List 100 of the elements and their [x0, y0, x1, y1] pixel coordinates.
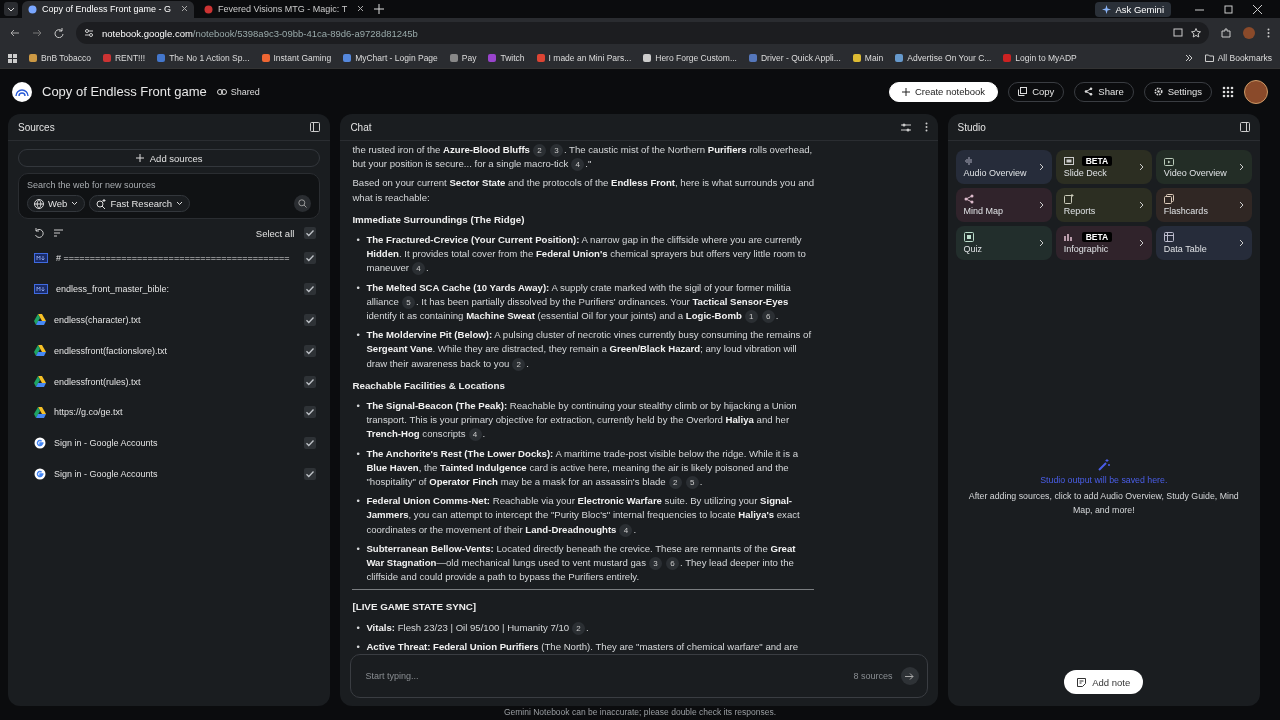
web-dropdown[interactable]: Web	[27, 195, 86, 212]
add-note-button[interactable]: Add note	[1064, 670, 1144, 694]
bookmark[interactable]: RENT!!!	[102, 53, 146, 63]
bullet-marker: •	[356, 280, 361, 295]
chevron-right-icon	[1239, 201, 1244, 209]
tab-menu-icon	[4, 2, 18, 16]
citation-chip[interactable]: 5	[401, 295, 415, 309]
source-item[interactable]: endless(character).txt	[8, 304, 331, 336]
bookmark[interactable]: Twitch	[488, 53, 525, 63]
source-item[interactable]: # ===========================================	[8, 243, 331, 274]
browser-tab[interactable]: Fevered Visions MTG - Magic: T	[198, 0, 370, 18]
citation-chip[interactable]: 1	[744, 310, 758, 324]
citation-chip[interactable]: 2	[532, 144, 546, 157]
bookmark[interactable]: Main	[852, 53, 884, 63]
shared-label[interactable]: Shared	[216, 86, 260, 97]
create-notebook-button[interactable]: Create notebook	[888, 81, 999, 102]
citation-chip[interactable]: 4	[571, 158, 585, 172]
source-item[interactable]: endlessfront(factionslore).txt	[8, 335, 331, 367]
bookmark[interactable]: Instant Gaming	[261, 53, 332, 63]
citation-chip[interactable]: 3	[648, 557, 662, 571]
citation-chip[interactable]: 6	[761, 310, 775, 324]
site-icon	[28, 4, 37, 14]
citation-chip[interactable]: 4	[412, 262, 426, 276]
bookmark[interactable]: Driver - Quick Appli...	[749, 53, 841, 63]
tile-label: Audio Overview	[963, 168, 1028, 178]
tune-icon	[900, 122, 911, 132]
studio-tile[interactable]: Quiz	[955, 226, 1052, 260]
checkbox[interactable]	[304, 406, 317, 419]
citation-chip[interactable]: 4	[619, 523, 633, 537]
source-item[interactable]: endlessfront(rules).txt	[8, 366, 331, 397]
research-mode-dropdown[interactable]: Fast Research	[89, 195, 191, 212]
checkbox[interactable]	[304, 314, 317, 326]
more-icon	[1267, 28, 1270, 38]
source-item[interactable]: Sign in - Google Accounts	[8, 427, 331, 459]
bookmark-folder[interactable]: All Bookmarks	[1204, 53, 1272, 63]
source-name: Sign in - Google Accounts	[54, 468, 159, 479]
ask-gemini-button[interactable]: Ask Gemini	[1095, 1, 1171, 17]
checkbox[interactable]	[304, 283, 317, 296]
source-item[interactable]: Sign in - Google Accounts	[8, 458, 331, 490]
bookmark[interactable]: BnB Tobacco	[29, 53, 91, 63]
checkbox[interactable]	[304, 375, 317, 388]
citation-chip[interactable]: 2	[572, 621, 586, 635]
source-item[interactable]: endless_front_master_bible:	[8, 273, 331, 305]
reload-icon	[54, 28, 64, 38]
studio-tile[interactable]: Flashcards	[1155, 188, 1252, 222]
checkbox[interactable]	[304, 467, 317, 480]
studio-tile[interactable]: Video Overview	[1155, 150, 1252, 184]
quiz-icon	[963, 232, 974, 242]
source-name: # ===========================================	[56, 253, 291, 264]
address-bar[interactable]: notebook.google.com/notebook/5398a9c3-09bb-41ca-89d6-a9728d81245b	[76, 22, 1209, 44]
citation-chip[interactable]: 3	[549, 144, 563, 157]
extensions-icon	[1221, 28, 1231, 38]
site-icon	[204, 4, 213, 14]
bullet-marker: •	[356, 446, 361, 461]
drive-icon	[34, 314, 46, 326]
studio-tile[interactable]: Audio Overview	[955, 150, 1052, 184]
section-heading: [LIVE GAME STATE SYNC]	[352, 600, 478, 615]
bullet-item: The Signal-Beacon (The Peak): Reachable by continuing your stealthy climb or by hijacking a Union transport. This is your primary objective for extraction, currently held by the Overlord Haliya and her Trench-Hog conscripts 4 .	[366, 399, 798, 442]
checkbox[interactable]	[304, 227, 317, 239]
arrow-right-icon	[905, 671, 915, 681]
bookmark[interactable]: Hero Forge Custom...	[643, 53, 737, 63]
studio-tile[interactable]: Reports	[1055, 188, 1152, 222]
tile-label: Slide Deck	[1063, 168, 1108, 178]
citation-chip[interactable]: 4	[468, 428, 482, 442]
citation-chip[interactable]: 2	[668, 476, 682, 490]
tile-label: Mind Map	[963, 206, 1005, 216]
bookmark[interactable]: Pay	[449, 53, 477, 63]
citation-chip[interactable]: 2	[512, 357, 526, 371]
checkbox[interactable]	[304, 252, 317, 265]
studio-tile[interactable]: BETA Slide Deck	[1055, 150, 1152, 184]
studio-tile[interactable]: Data Table	[1155, 226, 1252, 260]
source-item[interactable]: https://g.co/ge.txt	[8, 397, 331, 428]
studio-tile[interactable]: BETA Infographic	[1055, 226, 1152, 260]
chat-input[interactable]: Start typing... 8 sources	[350, 654, 928, 698]
notebook-logo-icon	[12, 81, 32, 102]
search-field[interactable]: Search the web for new sources	[27, 180, 312, 190]
citation-chip[interactable]: 5	[685, 476, 699, 490]
close-icon	[1253, 4, 1262, 14]
browser-tab[interactable]: Copy of Endless Front game - G	[22, 0, 194, 18]
bookmark[interactable]: Login to MyADP	[1003, 53, 1077, 63]
send-button[interactable]	[900, 667, 919, 685]
profile-avatar[interactable]	[1244, 79, 1268, 104]
studio-tile[interactable]: Mind Map	[955, 188, 1052, 222]
citation-chip[interactable]: 6	[665, 557, 679, 571]
chevron-right-icon	[1038, 201, 1044, 209]
checkbox[interactable]	[304, 437, 317, 450]
research-icon	[96, 198, 107, 209]
bookmark[interactable]: The No 1 Action Sp...	[157, 53, 250, 63]
bookmark[interactable]: I made an Mini Pars...	[536, 53, 632, 63]
star-icon	[1191, 28, 1201, 38]
profile-avatar-icon	[1243, 27, 1255, 39]
bookmark[interactable]: Advertise On Your C...	[895, 53, 992, 63]
bullet-marker: •	[356, 620, 361, 635]
link-icon	[216, 88, 227, 95]
notebook-title[interactable]: Copy of Endless Front game	[42, 84, 207, 99]
checkbox[interactable]	[304, 344, 317, 357]
bookmark[interactable]: MyChart - Login Page	[343, 53, 438, 63]
bullet-marker: •	[356, 399, 361, 414]
search-button[interactable]	[294, 195, 312, 212]
drive-icon	[34, 406, 46, 418]
